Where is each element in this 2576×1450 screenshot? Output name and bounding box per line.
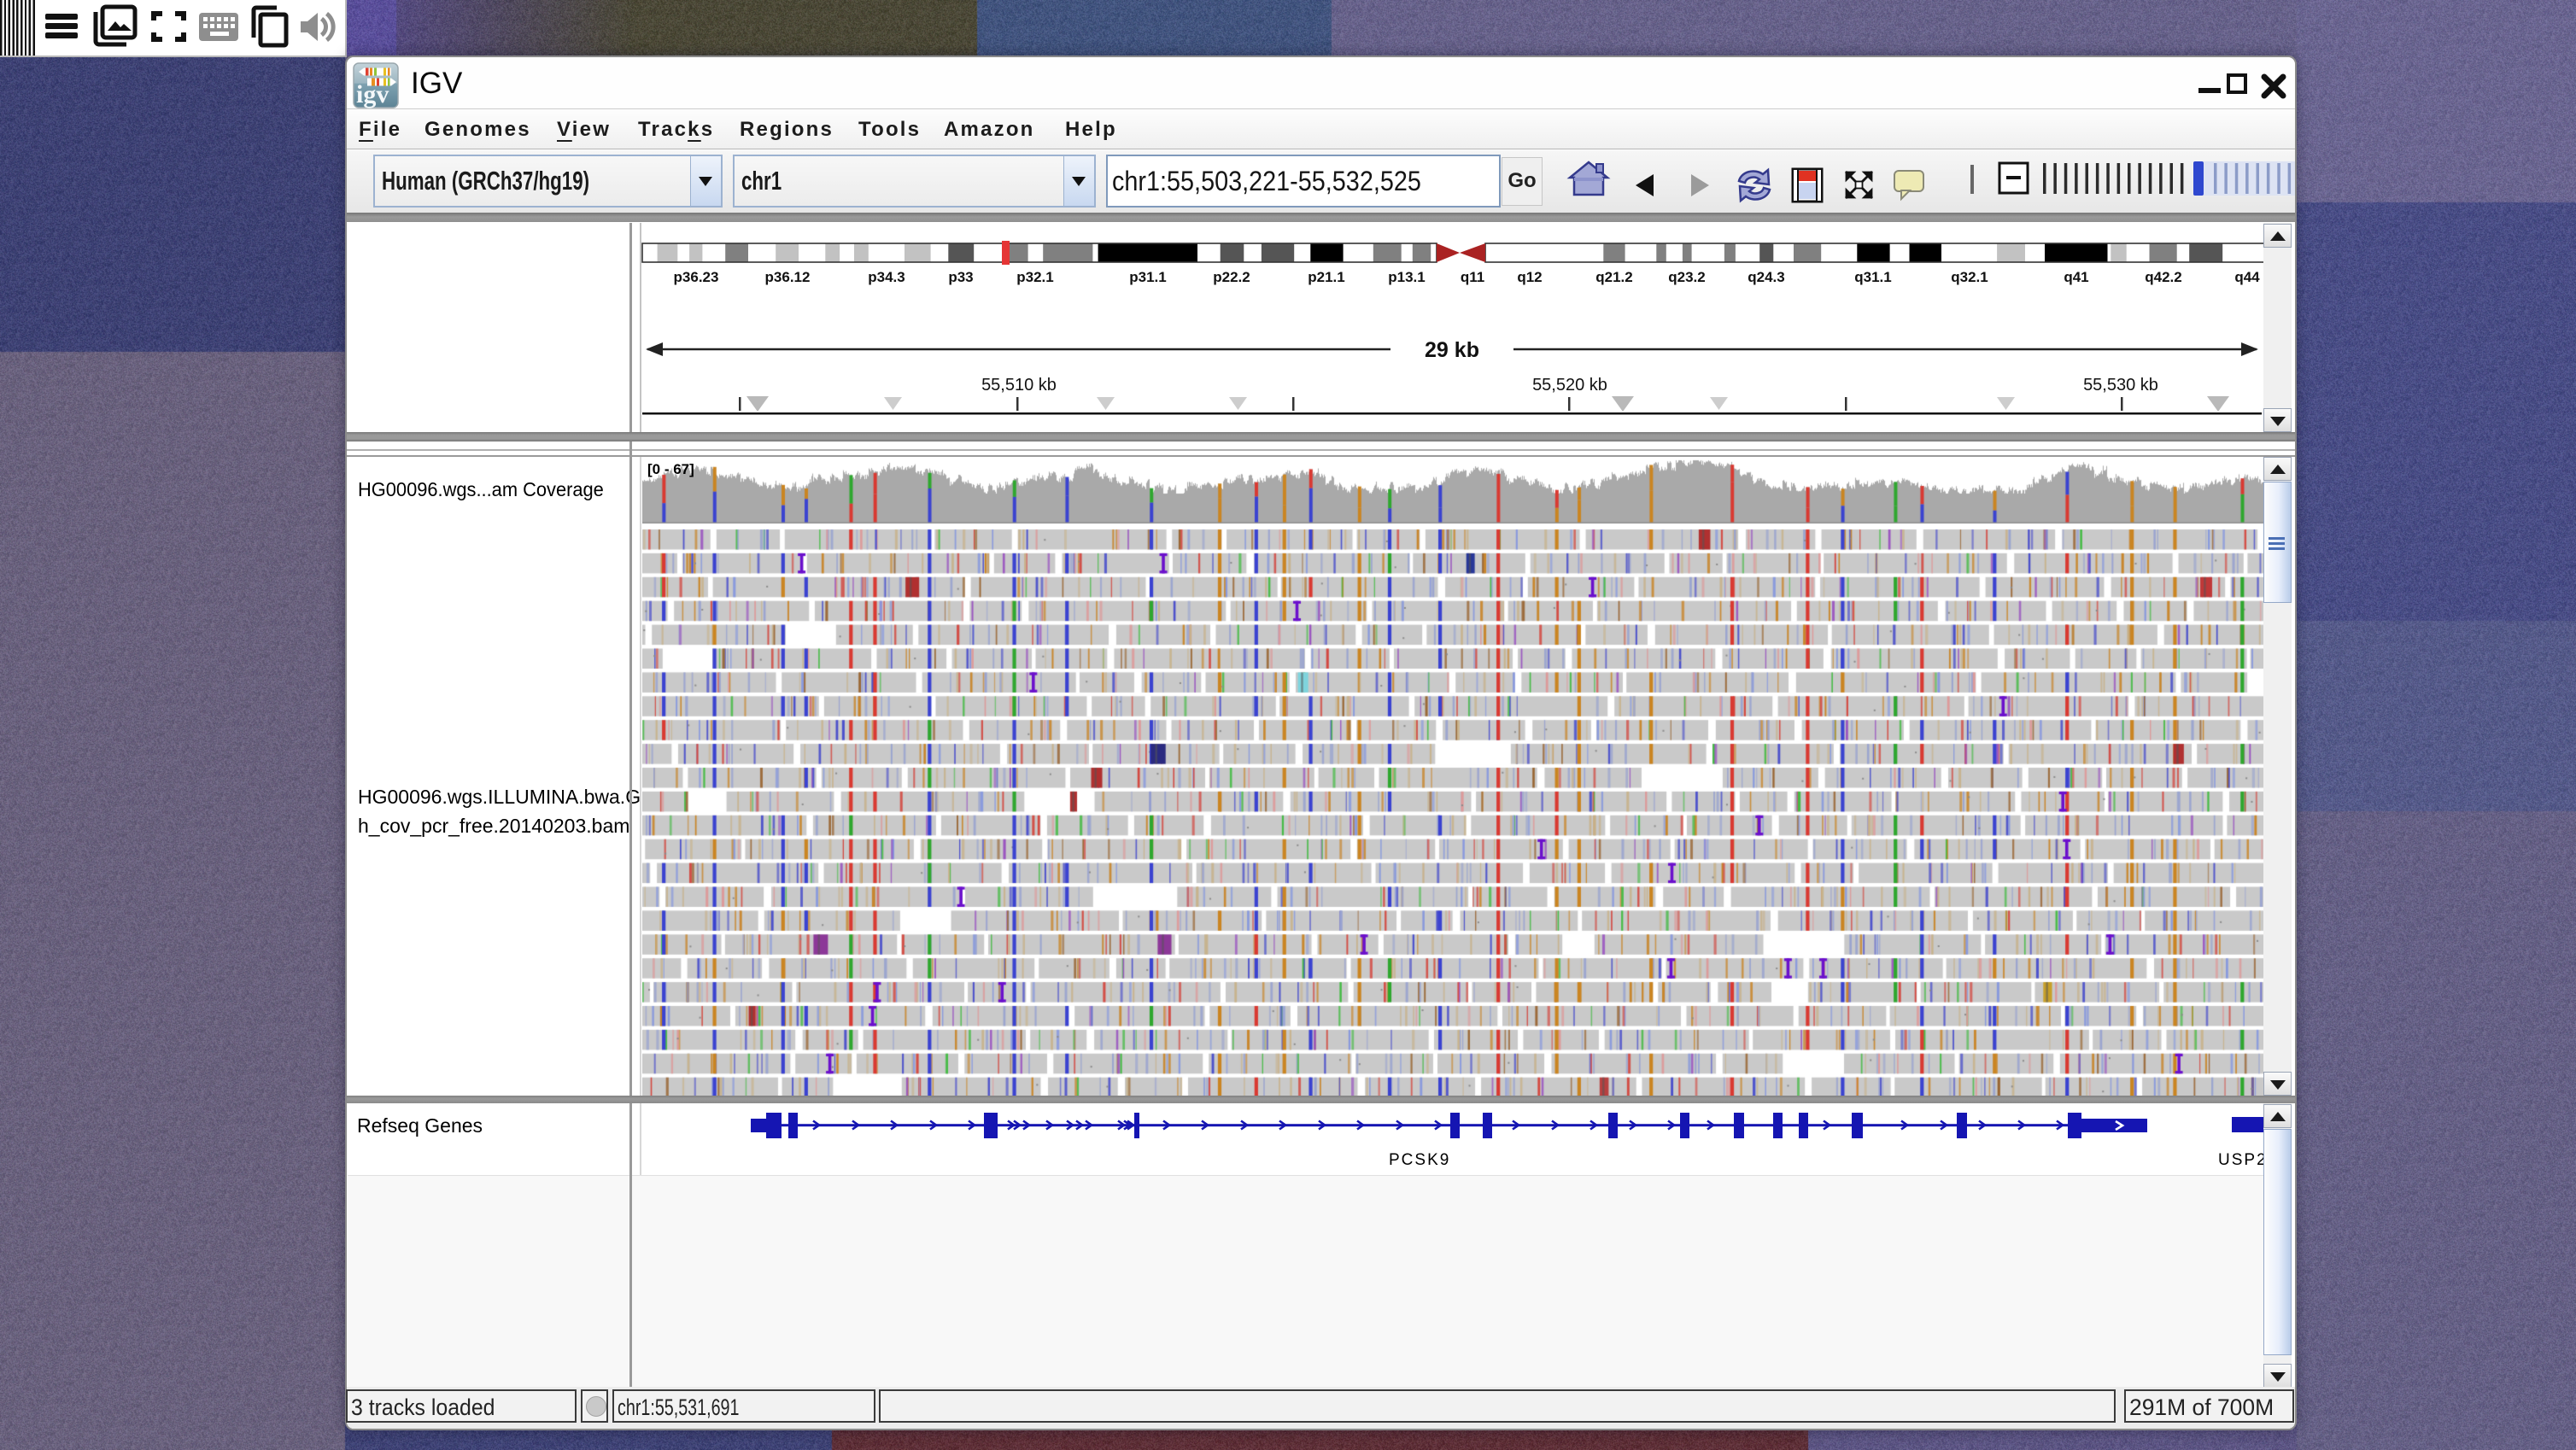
svg-text:q23.2: q23.2 [1668, 269, 1705, 285]
svg-text:igv: igv [356, 80, 389, 108]
svg-text:p34.3: p34.3 [868, 269, 905, 285]
svg-text:q24.3: q24.3 [1748, 269, 1784, 285]
svg-text:q31.1: q31.1 [1854, 269, 1891, 285]
svg-text:p33: p33 [948, 269, 973, 285]
svg-text:q44: q44 [2234, 269, 2260, 285]
svg-text:q32.1: q32.1 [1951, 269, 1988, 285]
svg-text:p36.23: p36.23 [674, 269, 719, 285]
svg-text:p32.1: p32.1 [1016, 269, 1053, 285]
svg-text:29 kb: 29 kb [1425, 338, 1479, 362]
svg-text:p31.1: p31.1 [1129, 269, 1166, 285]
svg-text:q41: q41 [2064, 269, 2088, 285]
svg-text:p36.12: p36.12 [765, 269, 811, 285]
svg-text:q42.2: q42.2 [2145, 269, 2181, 285]
svg-text:55,520 kb: 55,520 kb [1532, 376, 1607, 395]
svg-text:q11: q11 [1461, 269, 1484, 285]
svg-text:q21.2: q21.2 [1595, 269, 1632, 285]
svg-text:p21.1: p21.1 [1308, 269, 1344, 285]
svg-text:55,510 kb: 55,510 kb [981, 376, 1057, 395]
svg-text:p22.2: p22.2 [1213, 269, 1250, 285]
svg-text:p13.1: p13.1 [1388, 269, 1425, 285]
svg-text:55,530 kb: 55,530 kb [2083, 376, 2158, 395]
svg-text:q12: q12 [1517, 269, 1542, 285]
